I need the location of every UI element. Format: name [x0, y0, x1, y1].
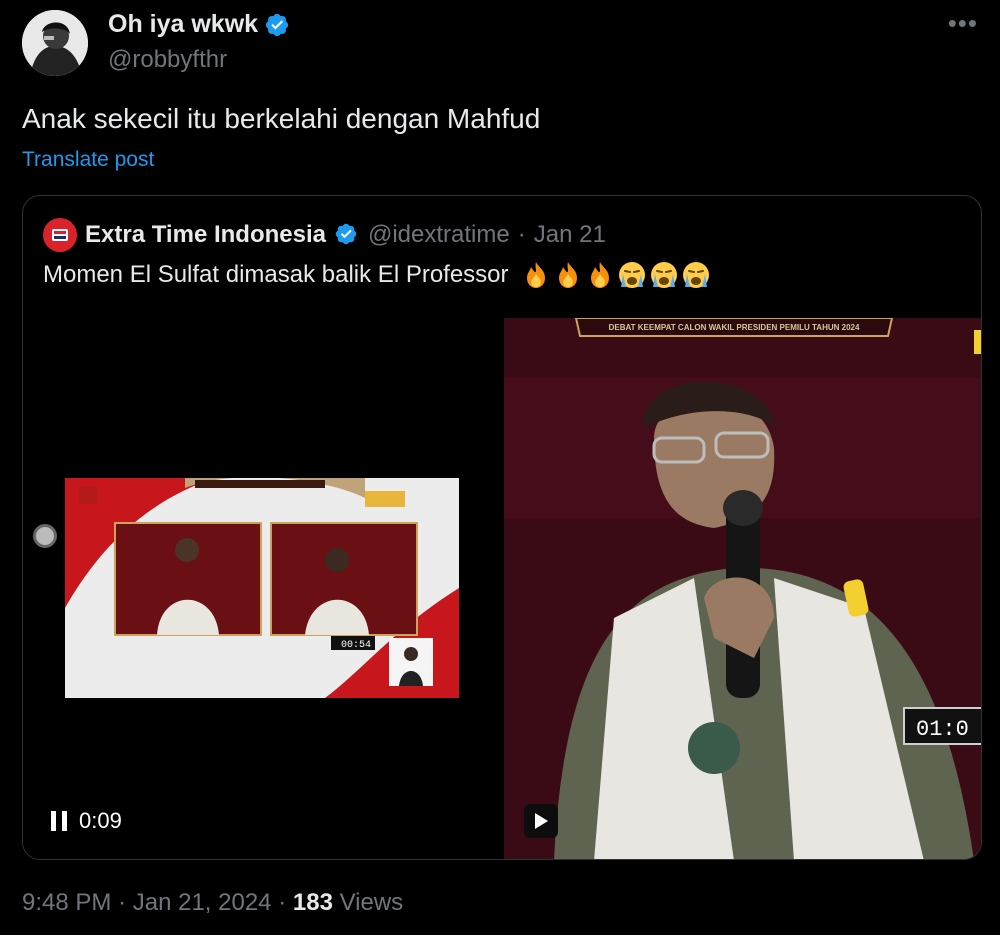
debate-video-thumbnail: 00:54 — [65, 478, 459, 698]
extra-time-logo-icon — [43, 218, 77, 252]
quoted-text-row: Momen El Sulfat dimasak balik El Profess… — [43, 260, 711, 290]
video-scrubber-handle[interactable] — [33, 524, 57, 548]
quoted-author-handle[interactable]: @idextratime — [368, 221, 510, 249]
author-name-row[interactable]: Oh iya wkwk — [108, 10, 290, 39]
video-time: 0:09 — [79, 808, 122, 833]
inner-video-timer: 00:54 — [341, 640, 371, 651]
meta-dot-1: · — [118, 889, 127, 916]
play-icon[interactable] — [533, 812, 549, 830]
more-options-icon[interactable]: ••• — [948, 8, 978, 39]
quoted-verified-badge-icon — [334, 222, 360, 248]
crying-emoji-icon — [682, 262, 709, 288]
emoji-row — [521, 260, 711, 290]
quoted-tweet-header: Extra Time Indonesia @idextratime · Jan … — [43, 218, 606, 252]
fire-emoji-icon — [526, 262, 545, 288]
author-display-name[interactable]: Oh iya wkwk — [108, 10, 258, 39]
debate-banner-text: DEBAT KEEMPAT CALON WAKIL PRESIDEN PEMIL… — [609, 323, 860, 332]
video-player-right[interactable]: DEBAT KEEMPAT CALON WAKIL PRESIDEN PEMIL… — [504, 318, 981, 859]
quoted-separator: · — [517, 221, 526, 248]
fire-emoji-icon — [590, 262, 609, 288]
post-meta: 9:48 PM · Jan 21, 2024 · 183 Views — [22, 889, 403, 917]
verified-badge-icon — [264, 12, 290, 38]
post-text: Anak sekecil itu berkelahi dengan Mahfud — [22, 103, 541, 134]
views-label: Views — [339, 889, 404, 916]
meta-dot-2: · — [278, 889, 287, 916]
quoted-tweet-card[interactable]: Extra Time Indonesia @idextratime · Jan … — [22, 195, 982, 860]
pause-icon[interactable] — [51, 811, 67, 831]
playback-controls[interactable]: 0:09 — [51, 808, 122, 834]
crying-emoji-icon — [618, 262, 645, 288]
play-button[interactable] — [524, 804, 558, 838]
quoted-text: Momen El Sulfat dimasak balik El Profess… — [43, 261, 509, 288]
views-count[interactable]: 183 — [293, 889, 333, 916]
post-date[interactable]: Jan 21, 2024 — [133, 889, 272, 916]
quoted-author-name[interactable]: Extra Time Indonesia — [85, 221, 326, 249]
post-time[interactable]: 9:48 PM — [22, 889, 111, 916]
quoted-date[interactable]: Jan 21 — [534, 221, 606, 249]
author-avatar[interactable] — [22, 10, 88, 76]
video-player-left[interactable]: 00:54 0:09 — [23, 318, 501, 859]
right-video-timer: 01:0 — [916, 717, 969, 742]
crying-emoji-icon — [650, 262, 677, 288]
fire-emoji-icon — [558, 262, 577, 288]
tweet: Oh iya wkwk @robbyfthr ••• Anak sekecil … — [0, 0, 1000, 935]
quoted-media: 00:54 0:09 DEBAT KEEMPAT CALON WAKIL PRE… — [23, 318, 981, 859]
author-handle[interactable]: @robbyfthr — [108, 46, 227, 74]
translate-post-link[interactable]: Translate post — [22, 148, 154, 172]
